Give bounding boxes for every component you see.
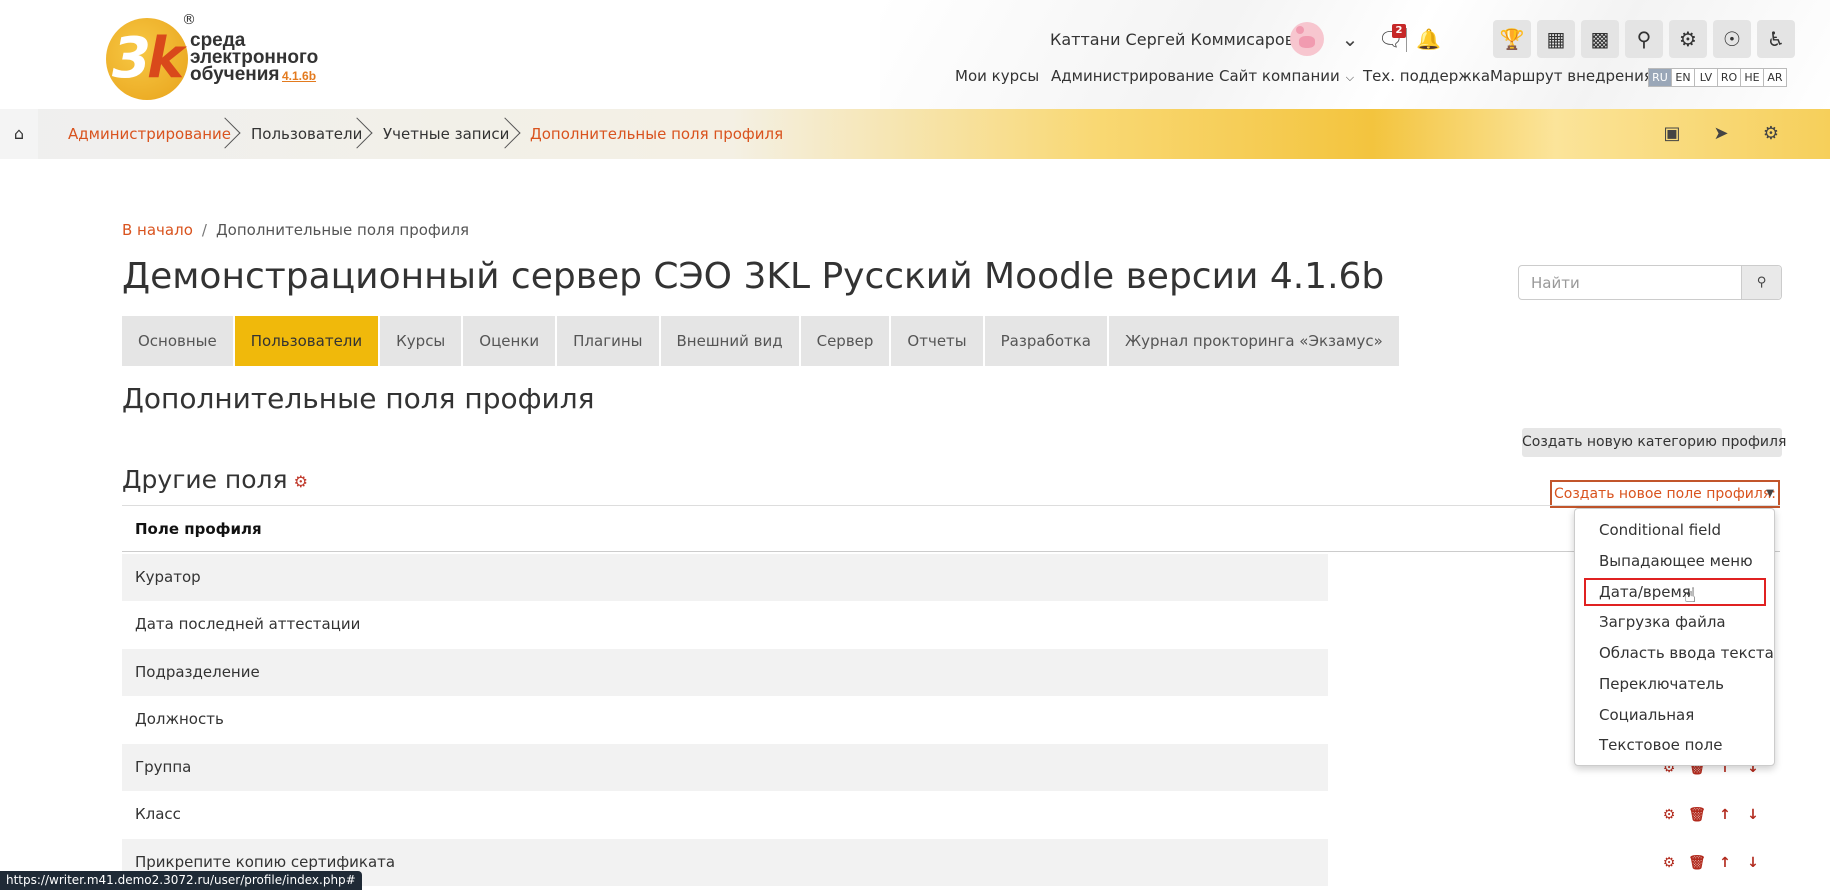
trash-icon[interactable]: 🗑 [1688,806,1706,824]
tab-development[interactable]: Разработка [984,316,1107,366]
trophy-icon[interactable]: 🏆 [1493,20,1531,58]
lang-ro[interactable]: RO [1717,68,1741,87]
status-bar-url: https://writer.m41.demo2.3072.ru/user/pr… [0,871,362,890]
chevron-down-icon: ⌵ [1345,71,1355,84]
dashboard-icon[interactable]: ▦ [1537,20,1575,58]
gear-icon[interactable]: ⚙ [1669,20,1707,58]
arrow-up-icon[interactable]: ↑ [1716,854,1734,872]
chevron-down-icon: ▼ [1766,488,1774,499]
nav-support[interactable]: Тех. поддержка [1363,67,1490,85]
create-field-select-label: Создать новое поле профиля: [1554,486,1776,502]
search-icon[interactable]: ⚲ [1741,266,1781,299]
nav-my-courses[interactable]: Мои курсы [955,67,1039,85]
breadcrumb: ⌂ Администрирование Пользователи Учетные… [0,109,1830,159]
category-title-label: Другие поля [122,465,288,494]
tab-users[interactable]: Пользователи [234,316,379,366]
top-header: 3k ® среда электронного обучения 4.1.6b … [0,0,1830,109]
breadcrumb-current: Дополнительные поля профиля [215,221,470,239]
hand-cursor-icon: ☝ [1684,583,1697,607]
page-breadcrumb: В начало / Дополнительные поля профиля [122,221,469,239]
logo-version[interactable]: 4.1.6b [282,69,316,83]
tab-basic[interactable]: Основные [122,316,233,366]
table-top-divider [122,505,1780,506]
section-title: Дополнительные поля профиля [122,382,595,415]
row-actions: ⚙ 🗑 ↑ ↓ [1660,806,1762,824]
table-row: Подразделение [122,649,1328,696]
puzzle-icon[interactable]: ▩ [1581,20,1619,58]
tab-grades[interactable]: Оценки [463,316,556,366]
nav-administration[interactable]: Администрирование [1051,67,1214,85]
dropdown-option[interactable]: Область ввода текста [1599,644,1774,662]
trash-icon[interactable]: 🗑 [1688,854,1706,872]
user-name[interactable]: Каттани Сергей Коммисарович [1050,30,1314,49]
lang-he[interactable]: HE [1740,68,1764,87]
gear-icon[interactable]: ⚙ [1660,806,1678,824]
gear-icon[interactable]: ⚙ [1759,122,1783,146]
tab-courses[interactable]: Курсы [380,316,462,366]
category-title: Другие поля ⚙ [122,465,308,494]
admin-tabs: Основные Пользователи Курсы Оценки Плаги… [122,316,1401,366]
logo-emblem: 3k [106,18,188,100]
breadcrumb-item[interactable]: Администрирование [68,109,231,159]
nav-company-site-label: Сайт компании [1219,67,1340,85]
dropdown-option[interactable]: Выпадающее меню [1599,552,1753,570]
home-icon[interactable]: ⌂ [0,109,38,159]
dropdown-option[interactable]: Conditional field [1599,521,1721,539]
tab-reports[interactable]: Отчеты [891,316,983,366]
accessibility-icon[interactable]: ♿ [1757,20,1795,58]
language-switcher: RU EN LV RO HE AR [1648,68,1787,87]
table-row: Куратор [122,554,1328,601]
breadcrumb-item-current[interactable]: Дополнительные поля профиля [530,109,783,159]
create-field-select[interactable]: Создать новое поле профиля: ▼ [1550,480,1780,508]
logo-emblem-glyph: 3k [112,26,184,91]
send-icon[interactable]: ➤ [1709,122,1733,146]
tab-server[interactable]: Сервер [800,316,890,366]
lang-en[interactable]: EN [1671,68,1695,87]
header-divider [1406,28,1407,52]
dropdown-option[interactable]: Переключатель [1599,675,1724,693]
table-row: Класс [135,805,181,823]
arrow-down-icon[interactable]: ↓ [1744,854,1762,872]
nav-route[interactable]: Маршрут внедрения [1490,67,1653,85]
arrow-up-icon[interactable]: ↑ [1716,806,1734,824]
table-header-profile-field: Поле профиля [135,520,262,538]
create-category-button[interactable]: Создать новую категорию профиля [1522,428,1786,457]
dropdown-option[interactable]: Текстовое поле [1599,736,1722,754]
bell-icon[interactable]: 🔔 [1416,26,1441,52]
site-logo[interactable]: 3k ® среда электронного обучения 4.1.6b [106,12,326,100]
toggle-icon[interactable]: ☉ [1713,20,1751,58]
dropdown-option[interactable]: Загрузка файла [1599,613,1726,631]
gear-icon[interactable]: ⚙ [294,472,308,491]
nav-company-site[interactable]: Сайт компании ⌵ [1219,67,1354,85]
tab-proctoring-log[interactable]: Журнал прокторинга «Экзамус» [1109,316,1399,366]
create-field-dropdown: Conditional field Выпадающее меню Дата/в… [1574,508,1775,766]
dropdown-option[interactable]: Социальная [1599,706,1694,724]
search-input[interactable] [1519,266,1743,299]
messages-badge: 2 [1392,24,1406,38]
row-actions: ⚙ 🗑 ↑ ↓ [1660,854,1762,872]
table-row: Группа [122,744,1328,791]
tab-plugins[interactable]: Плагины [557,316,659,366]
table-row: Дата последней аттестации [135,615,361,633]
arrow-down-icon[interactable]: ↓ [1744,806,1762,824]
logo-registered-mark: ® [182,12,196,28]
tab-appearance[interactable]: Внешний вид [660,316,799,366]
table-row: Должность [135,710,224,728]
lang-lv[interactable]: LV [1694,68,1718,87]
avatar[interactable] [1290,22,1324,56]
gear-icon[interactable]: ⚙ [1660,854,1678,872]
table-header-divider [122,551,1780,552]
chevron-down-icon[interactable]: ⌄ [1338,26,1362,52]
breadcrumb-separator: / [201,221,207,239]
sd-card-icon[interactable]: ▣ [1660,122,1684,146]
dropdown-option-highlighted[interactable]: Дата/время [1599,583,1691,601]
page-title: Демонстрационный сервер СЭО 3KL Русский … [122,256,1385,297]
search-icon[interactable]: ⚲ [1625,20,1663,58]
lang-ru[interactable]: RU [1648,68,1672,87]
lang-ar[interactable]: AR [1763,68,1787,87]
search-box: ⚲ [1518,265,1782,300]
breadcrumb-home-link[interactable]: В начало [122,221,193,239]
